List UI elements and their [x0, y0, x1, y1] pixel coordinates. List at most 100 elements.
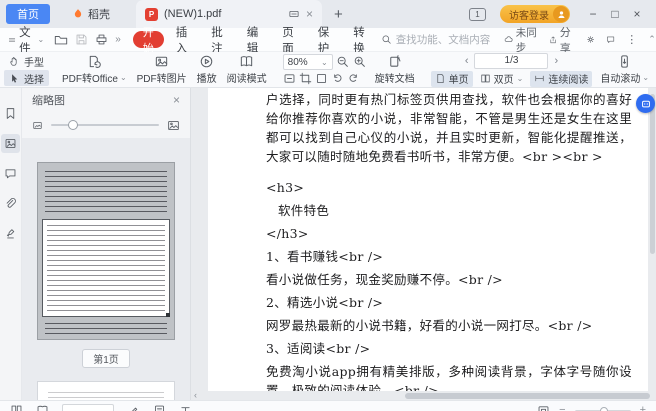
guest-login-label: 访客登录 — [509, 10, 549, 22]
slider-knob[interactable] — [68, 120, 79, 130]
view-indicator-handle[interactable] — [166, 313, 170, 317]
zoom-plus-icon[interactable]: + — [640, 404, 646, 411]
highlight-tool-icon[interactable] — [127, 404, 140, 411]
tab-feedback-icon[interactable] — [288, 8, 300, 20]
minimize-button[interactable]: − — [582, 7, 604, 21]
collapse-toolbar-icon[interactable]: ⌃ — [648, 34, 656, 45]
window-count-badge[interactable]: 1 — [469, 7, 486, 21]
small-thumbnail-icon[interactable] — [32, 120, 43, 131]
thumbnail-panel-close-icon[interactable]: × — [173, 93, 180, 107]
assistant-fab-button[interactable] — [636, 94, 655, 113]
menu-tab-protect[interactable]: 保护 — [306, 24, 342, 56]
thumbnails-panel-button[interactable] — [1, 134, 20, 153]
page-layout-icon[interactable] — [10, 404, 23, 411]
window-controls: − □ × — [582, 7, 648, 21]
doc-paragraph: 3、适阅读<br /> — [266, 341, 371, 356]
auto-scroll-button[interactable]: 自动滚动 ⌄ — [595, 52, 654, 87]
tab-docer[interactable]: 稻壳 — [66, 4, 116, 24]
page-1-label: 第1页 — [82, 349, 130, 368]
scroll-left-icon[interactable]: ‹ — [194, 391, 202, 400]
document-viewport[interactable]: 户选择，同时更有热门标签页供用查找，软件也会根据你的喜好给你推荐你喜欢的小说，非… — [190, 88, 656, 400]
close-button[interactable]: × — [626, 7, 648, 21]
rotate-document-button[interactable]: 旋转文档 — [370, 52, 420, 87]
paperclip-icon — [6, 198, 16, 208]
open-folder-icon[interactable] — [54, 33, 68, 47]
signature-panel-button[interactable] — [1, 224, 20, 243]
share-button[interactable]: 分享 — [549, 24, 575, 56]
search-input[interactable] — [395, 33, 504, 46]
two-page-label: 双页 — [493, 75, 514, 86]
actual-size-icon[interactable] — [283, 72, 296, 85]
file-menu[interactable]: 文件 ⌄ — [8, 24, 44, 56]
menu-tab-annotate[interactable]: 批注 — [199, 24, 235, 56]
two-page-icon — [480, 74, 490, 83]
crop-page-icon[interactable] — [299, 72, 312, 85]
bookmark-icon — [6, 108, 15, 119]
rotate-left-icon[interactable] — [331, 72, 344, 85]
page-1-thumbnail[interactable] — [37, 162, 175, 340]
doc-paragraph: </h3> — [266, 226, 309, 241]
continuous-read-button[interactable]: 连续阅读 — [530, 70, 593, 87]
large-thumbnail-icon[interactable] — [167, 119, 180, 132]
fit-page-icon[interactable] — [315, 72, 328, 85]
maximize-button[interactable]: □ — [604, 7, 626, 21]
menu-tab-convert[interactable]: 转换 — [341, 24, 377, 56]
guest-login-button[interactable]: 访客登录 — [500, 5, 570, 23]
print-icon[interactable] — [95, 33, 108, 46]
attachments-panel-button[interactable] — [1, 194, 20, 213]
single-page-button[interactable]: 单页 — [430, 70, 473, 87]
comments-panel-button[interactable] — [1, 164, 20, 183]
hand-tool-button[interactable]: 手型 — [4, 53, 49, 69]
previous-page-icon[interactable]: ‹ — [462, 55, 472, 67]
chevron-down-icon: ⌄ — [642, 73, 650, 82]
comment-icon[interactable] — [606, 33, 615, 46]
read-mode-button[interactable]: 阅读模式 — [222, 52, 272, 87]
quick-access-toolbar: » — [54, 33, 121, 47]
more-menu-icon[interactable]: ⋮ — [626, 33, 637, 46]
thumbnail-size-slider[interactable] — [51, 120, 159, 130]
play-button[interactable]: 播放 — [192, 52, 222, 87]
fit-screen-icon[interactable] — [537, 404, 550, 411]
single-page-label: 单页 — [448, 75, 469, 86]
search-box[interactable] — [381, 33, 504, 46]
text-tool-icon[interactable] — [179, 404, 192, 411]
menu-tab-insert[interactable]: 插入 — [164, 24, 200, 56]
pdf-page[interactable]: 户选择，同时更有热门标签页供用查找，软件也会根据你的喜好给你推荐你喜欢的小说，非… — [208, 88, 648, 391]
menu-tab-start[interactable]: 开始 — [132, 27, 164, 55]
thumbnail-size-control — [22, 112, 190, 138]
play-icon — [200, 55, 213, 68]
next-page-icon[interactable]: › — [551, 55, 561, 67]
zoom-slider-knob[interactable] — [600, 407, 609, 411]
tab-home[interactable]: 首页 — [6, 4, 50, 24]
zoom-in-icon[interactable] — [353, 55, 367, 69]
tab-close-icon[interactable]: × — [306, 7, 313, 21]
sync-status[interactable]: 未同步 — [504, 25, 538, 55]
vertical-scrollbar[interactable] — [650, 94, 655, 254]
menu-tab-edit[interactable]: 编辑 — [235, 24, 271, 56]
zoom-level-select[interactable]: 80% ⌄ — [282, 54, 333, 70]
horizontal-scrollbar[interactable]: ‹ — [194, 391, 653, 400]
select-tool-button[interactable]: 选择 — [4, 70, 49, 86]
new-tab-icon[interactable]: + — [334, 7, 343, 22]
note-tool-icon[interactable] — [153, 404, 166, 411]
gear-icon[interactable] — [586, 33, 595, 46]
more-quick-icons[interactable]: » — [115, 34, 121, 45]
bookmarks-panel-button[interactable] — [1, 104, 20, 123]
current-view-indicator[interactable] — [42, 219, 170, 317]
save-icon[interactable] — [75, 33, 88, 46]
menu-tab-page[interactable]: 页面 — [270, 24, 306, 56]
two-page-button[interactable]: 双页 ⌄ — [476, 71, 528, 87]
page-indicator[interactable]: 1/3 — [474, 52, 549, 69]
play-label: 播放 — [196, 74, 217, 85]
tab-document-label: (NEW)1.pdf — [164, 8, 222, 20]
horizontal-scroll-thumb[interactable] — [405, 392, 650, 399]
status-page-field[interactable] — [62, 404, 114, 411]
pdf-to-image-icon — [155, 56, 168, 67]
pdf-to-image-button[interactable]: PDF转图片 — [132, 52, 192, 87]
zoom-minus-icon[interactable]: − — [559, 404, 565, 411]
pdf-to-office-button[interactable]: PDF转Office ⌄ — [57, 52, 132, 87]
page-2-thumbnail[interactable] — [37, 381, 175, 400]
rotate-right-icon[interactable] — [347, 72, 360, 85]
book-view-icon[interactable] — [36, 404, 49, 411]
zoom-out-icon[interactable] — [336, 55, 350, 69]
